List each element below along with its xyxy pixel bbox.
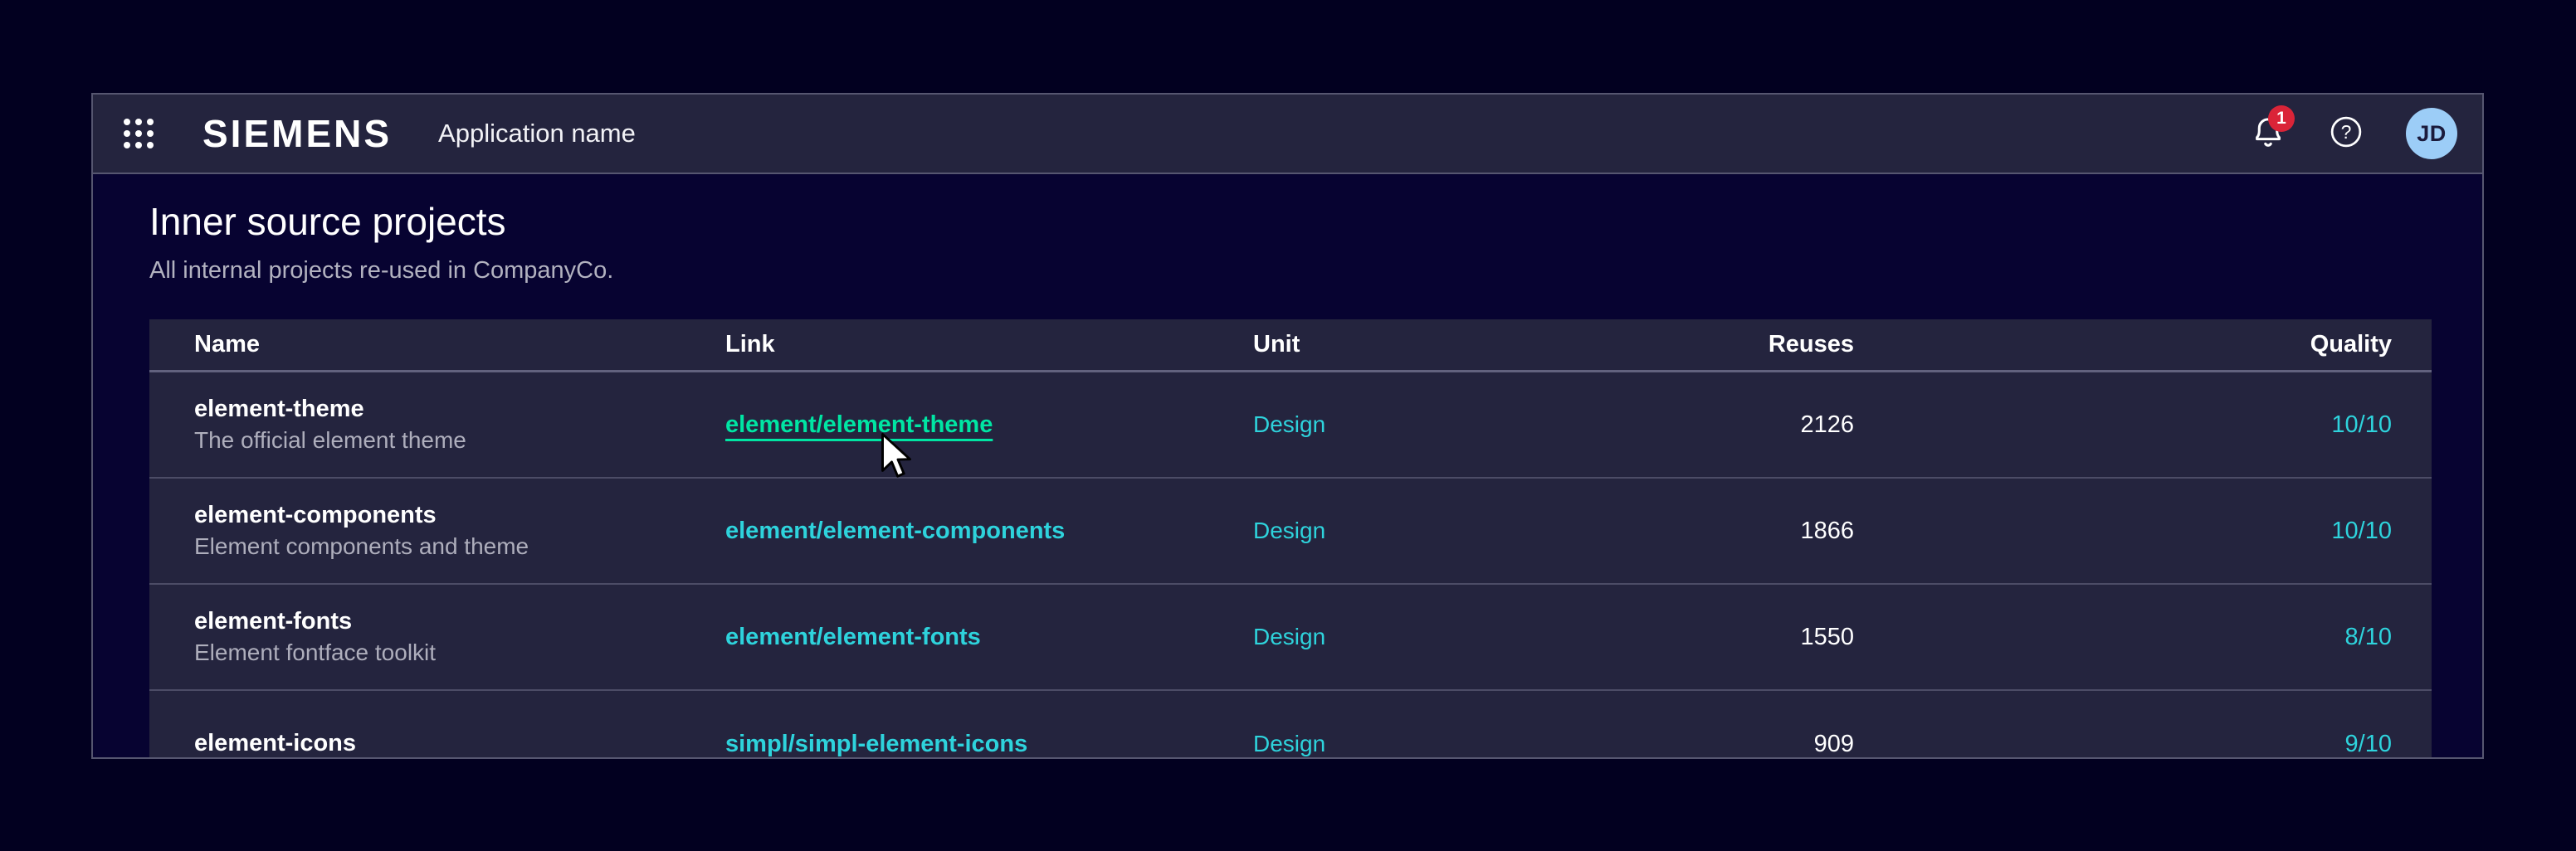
top-navigation-bar: SIEMENS Application name 1 ? JD bbox=[93, 95, 2482, 174]
project-quality-link[interactable]: 10/10 bbox=[1854, 518, 2392, 545]
project-name-cell: element-components Element components an… bbox=[194, 502, 725, 561]
project-name: element-fonts bbox=[194, 608, 725, 635]
project-description: The official element theme bbox=[194, 427, 725, 454]
project-quality-link[interactable]: 10/10 bbox=[1854, 411, 2392, 439]
project-reuses-count: 1550 bbox=[1635, 624, 1854, 651]
app-window: SIEMENS Application name 1 ? JD Inner bbox=[91, 93, 2484, 759]
column-header-name: Name bbox=[194, 331, 725, 358]
column-header-link: Link bbox=[725, 331, 1253, 358]
project-reuses-count: 2126 bbox=[1635, 411, 1854, 439]
column-header-reuses: Reuses bbox=[1635, 331, 1854, 358]
svg-text:?: ? bbox=[2341, 121, 2352, 143]
project-name-cell: element-theme The official element theme bbox=[194, 396, 725, 455]
siemens-logo: SIEMENS bbox=[202, 111, 392, 156]
table-body: element-theme The official element theme… bbox=[149, 372, 2432, 759]
project-name-cell: element-fonts Element fontface toolkit bbox=[194, 608, 725, 667]
projects-table: Name Link Unit Reuses Quality element-th… bbox=[149, 319, 2432, 759]
project-reuses-count: 1866 bbox=[1635, 518, 1854, 545]
help-button[interactable]: ? bbox=[2323, 110, 2369, 157]
question-circle-icon: ? bbox=[2328, 114, 2364, 154]
notification-count-badge: 1 bbox=[2268, 105, 2295, 132]
project-description: Element components and theme bbox=[194, 533, 725, 560]
project-name: element-icons bbox=[194, 730, 725, 757]
project-unit-link[interactable]: Design bbox=[1253, 731, 1325, 756]
project-unit-link[interactable]: Design bbox=[1253, 624, 1325, 649]
project-link[interactable]: simpl/simpl-element-icons bbox=[725, 731, 1027, 757]
project-link[interactable]: element/element-theme bbox=[725, 411, 993, 438]
page-title: Inner source projects bbox=[149, 199, 2428, 244]
application-name: Application name bbox=[438, 119, 636, 148]
column-header-quality: Quality bbox=[1854, 331, 2392, 358]
column-header-unit: Unit bbox=[1253, 331, 1635, 358]
project-name: element-theme bbox=[194, 396, 725, 423]
project-unit-link[interactable]: Design bbox=[1253, 518, 1325, 543]
notifications-button[interactable]: 1 bbox=[2245, 110, 2291, 157]
table-row: element-icons simpl/simpl-element-icons … bbox=[149, 691, 2432, 759]
project-reuses-count: 909 bbox=[1635, 731, 1854, 758]
user-avatar[interactable]: JD bbox=[2406, 108, 2457, 159]
table-header-row: Name Link Unit Reuses Quality bbox=[149, 319, 2432, 372]
table-row: element-fonts Element fontface toolkit e… bbox=[149, 585, 2432, 691]
page-content: Inner source projects All internal proje… bbox=[93, 199, 2482, 759]
project-name-cell: element-icons bbox=[194, 730, 725, 757]
app-launcher-icon[interactable] bbox=[121, 116, 156, 151]
project-name: element-components bbox=[194, 502, 725, 529]
project-description: Element fontface toolkit bbox=[194, 639, 725, 666]
project-link[interactable]: element/element-fonts bbox=[725, 624, 981, 650]
project-unit-link[interactable]: Design bbox=[1253, 411, 1325, 437]
project-quality-link[interactable]: 8/10 bbox=[1854, 624, 2392, 651]
project-link[interactable]: element/element-components bbox=[725, 518, 1065, 544]
page-subtitle: All internal projects re-used in Company… bbox=[149, 257, 2428, 284]
desktop: { "topbar": { "logo": "SIEMENS", "app_na… bbox=[0, 0, 2576, 851]
table-row: element-theme The official element theme… bbox=[149, 372, 2432, 479]
table-row: element-components Element components an… bbox=[149, 479, 2432, 585]
project-quality-link[interactable]: 9/10 bbox=[1854, 731, 2392, 758]
